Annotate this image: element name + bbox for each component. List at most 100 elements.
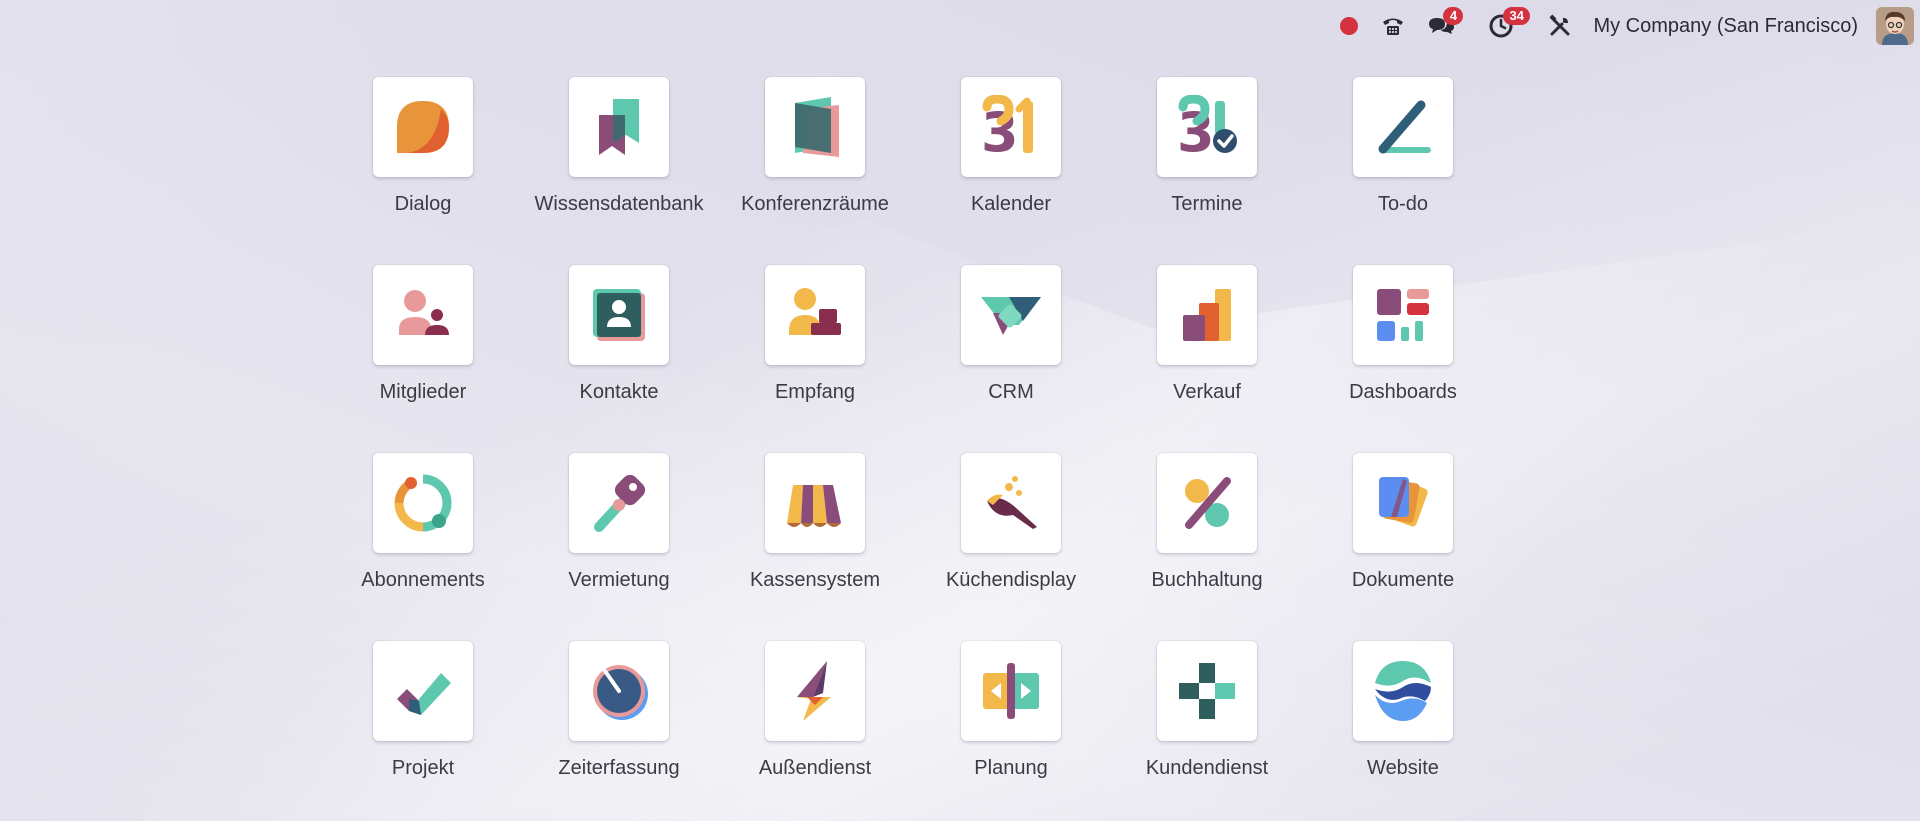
website-icon [1375,661,1431,721]
room-icon [795,97,839,157]
systray: 4 34 My Company (San Francisco) [1329,0,1920,52]
app-tile[interactable] [765,77,865,177]
app-tile[interactable]: 3 [1157,77,1257,177]
app-label: Abonnements [361,569,485,591]
app-mitglieder[interactable]: Mitglieder [325,265,521,453]
app-label: Vermietung [568,569,670,591]
planning-icon [983,663,1039,719]
app-aussendienst[interactable]: Außendienst [717,641,913,821]
app-tile[interactable]: 3 [961,77,1061,177]
company-switcher[interactable]: My Company (San Francisco) [1583,15,1876,38]
app-projekt[interactable]: Projekt [325,641,521,821]
app-konferenzraeume[interactable]: Konferenzräume [717,77,913,265]
app-label: Planung [974,757,1048,779]
app-dokumente[interactable]: Dokumente [1305,453,1501,641]
app-tile[interactable] [1157,453,1257,553]
app-planung[interactable]: Planung [913,641,1109,821]
frontdesk-icon [789,288,841,335]
app-tile[interactable] [1157,641,1257,741]
app-tile[interactable] [1353,77,1453,177]
accounting-icon [1185,477,1231,529]
app-tile[interactable] [569,77,669,177]
helpdesk-icon [1179,663,1235,719]
app-tile[interactable] [569,641,669,741]
members-icon [399,290,449,335]
app-label: To-do [1377,193,1429,215]
todo-icon [1378,100,1431,154]
rental-icon [594,474,646,532]
messages-button[interactable]: 4 [1417,0,1467,52]
app-grid: Dialog Wissensdatenbank Konferenzräume 3 [325,77,1501,821]
app-wissensdatenbank[interactable]: Wissensdatenbank [521,77,717,265]
app-kontakte[interactable]: Kontakte [521,265,717,453]
app-label: CRM [988,381,1034,403]
app-label: Termine [1171,193,1243,215]
dialog-icon [397,101,449,153]
app-website[interactable]: Website [1305,641,1501,821]
app-kalender[interactable]: 3 Kalender [913,77,1109,265]
activity-badge: 34 [1503,7,1530,25]
crm-icon [981,297,1041,335]
app-label: Zeiterfassung [558,757,680,779]
app-label: Kalender [970,193,1052,215]
app-dashboards[interactable]: Dashboards [1305,265,1501,453]
app-kassensystem[interactable]: Kassensystem [717,453,913,641]
app-tile[interactable] [765,453,865,553]
app-label: Wissensdatenbank [534,193,704,215]
app-zeiterfassung[interactable]: Zeiterfassung [521,641,717,821]
app-abonnements[interactable]: Abonnements [325,453,521,641]
app-empfang[interactable]: Empfang [717,265,913,453]
app-label: Dokumente [1351,569,1455,591]
app-crm[interactable]: CRM [913,265,1109,453]
app-vermietung[interactable]: Vermietung [521,453,717,641]
avatar-icon [1876,7,1914,45]
app-tile[interactable] [961,641,1061,741]
tools-icon [1549,14,1570,36]
app-tile[interactable] [569,453,669,553]
fieldservice-icon [797,661,831,721]
app-dialog[interactable]: Dialog [325,77,521,265]
app-tile[interactable] [961,453,1061,553]
app-tile[interactable] [1353,265,1453,365]
app-tile[interactable] [765,265,865,365]
documents-icon [1379,477,1428,527]
app-kundendienst[interactable]: Kundendienst [1109,641,1305,821]
app-tile[interactable] [961,265,1061,365]
app-label: Website [1367,757,1439,779]
debug-tools-button[interactable] [1537,0,1583,52]
app-label: Kontakte [579,381,659,403]
app-kuechendisplay[interactable]: Küchendisplay [913,453,1109,641]
phone-button[interactable] [1369,0,1417,52]
app-label: Dialog [394,193,452,215]
pos-icon [787,485,841,527]
app-label: Dashboards [1349,381,1457,403]
app-tile[interactable] [765,641,865,741]
app-tile[interactable] [1353,453,1453,553]
contacts-icon [593,289,645,341]
recording-indicator[interactable] [1329,0,1369,52]
messages-badge: 4 [1443,7,1464,25]
appointment-icon: 3 [1177,95,1237,159]
activity-button[interactable]: 34 [1477,0,1530,52]
app-buchhaltung[interactable]: Buchhaltung [1109,453,1305,641]
app-tile[interactable] [373,265,473,365]
app-verkauf[interactable]: Verkauf [1109,265,1305,453]
app-label: Projekt [391,757,455,779]
app-label: Außendienst [758,757,872,779]
app-label: Küchendisplay [945,569,1077,591]
app-tile[interactable] [373,77,473,177]
app-tile[interactable] [373,641,473,741]
app-tile[interactable] [569,265,669,365]
project-icon [397,673,451,715]
record-dot-icon [1340,17,1359,35]
app-tile[interactable] [1157,265,1257,365]
dashboards-icon [1377,289,1429,341]
app-tile[interactable] [373,453,473,553]
app-termine[interactable]: 3 Termine [1109,77,1305,265]
app-todo[interactable]: To-do [1305,77,1501,265]
app-label: Kundendienst [1145,757,1269,779]
app-tile[interactable] [1353,641,1453,741]
app-label: Verkauf [1173,381,1241,403]
timesheet-icon [593,665,648,720]
user-avatar[interactable] [1876,7,1914,45]
